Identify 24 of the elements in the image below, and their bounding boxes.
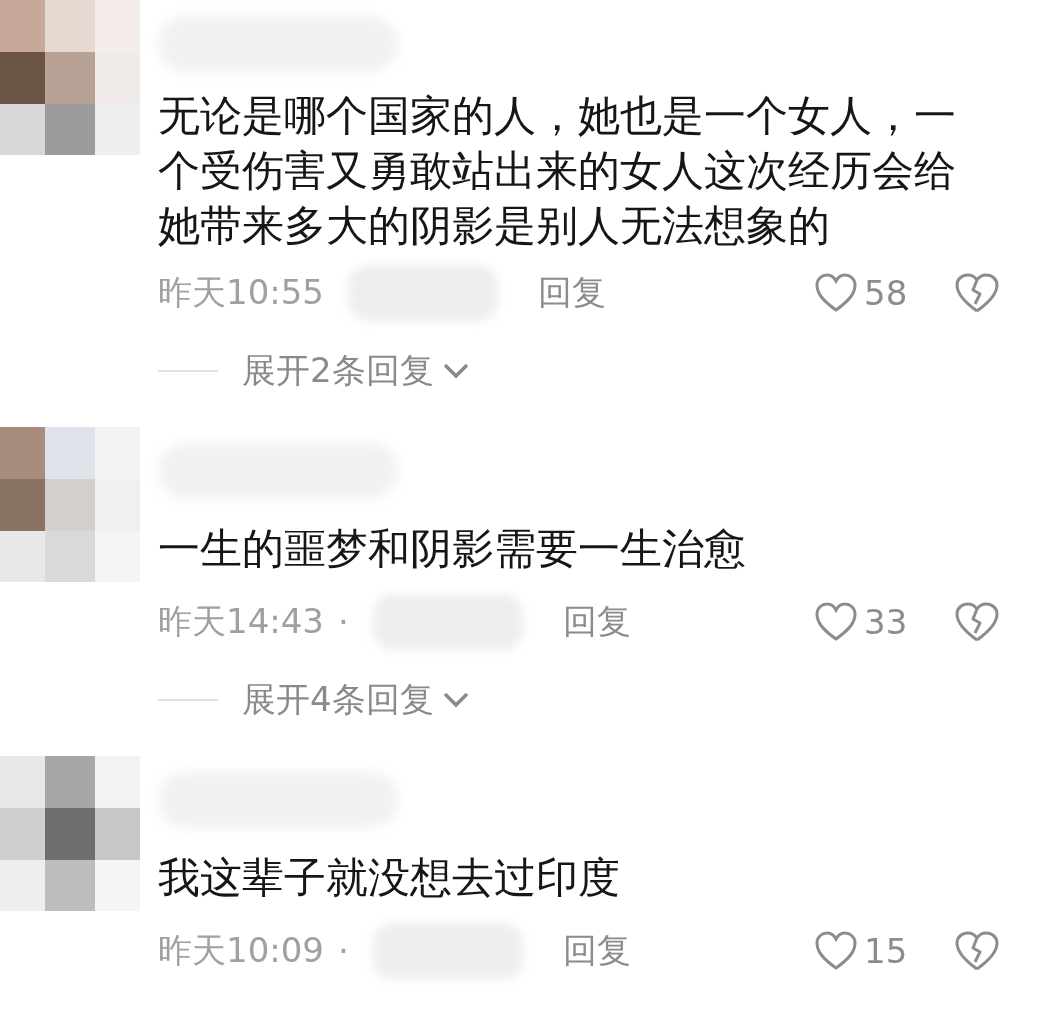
reply-link[interactable]: 回复 bbox=[538, 270, 606, 316]
comment-text: 一生的噩梦和阴影需要一生治愈 bbox=[158, 523, 747, 575]
heart-icon[interactable] bbox=[814, 273, 858, 313]
expand-replies-link[interactable]: 展开4条回复 bbox=[242, 677, 434, 723]
broken-heart-icon[interactable] bbox=[954, 930, 1000, 972]
broken-heart-icon[interactable] bbox=[954, 601, 1000, 643]
like-count: 33 bbox=[864, 602, 909, 642]
comment-time: 昨天10:09 bbox=[158, 929, 324, 972]
comment-text: 我这辈子就没想去过印度 bbox=[158, 852, 621, 904]
comment-time: 昨天10:55 bbox=[158, 271, 324, 314]
reply-link[interactable]: 回复 bbox=[562, 928, 631, 974]
chevron-down-icon[interactable] bbox=[441, 691, 470, 709]
like-count: 58 bbox=[864, 273, 909, 313]
heart-icon[interactable] bbox=[814, 931, 858, 971]
broken-heart-icon[interactable] bbox=[954, 272, 1000, 314]
expand-replies-link[interactable]: 展开2条回复 bbox=[242, 348, 434, 394]
separator-dot: · bbox=[338, 602, 349, 642]
reply-link[interactable]: 回复 bbox=[562, 599, 631, 645]
comment-text: 无论是哪个国家的人，她也是一个女人，一个受伤害又勇敢站出来的女人这次经历会给她带来多大的阴影是别人无法想象的 bbox=[158, 90, 957, 252]
comment-time: 昨天14:43 bbox=[158, 600, 324, 643]
like-count: 15 bbox=[864, 931, 909, 971]
heart-icon[interactable] bbox=[814, 602, 858, 642]
chevron-down-icon[interactable] bbox=[441, 362, 470, 380]
separator-dot: · bbox=[338, 931, 349, 971]
